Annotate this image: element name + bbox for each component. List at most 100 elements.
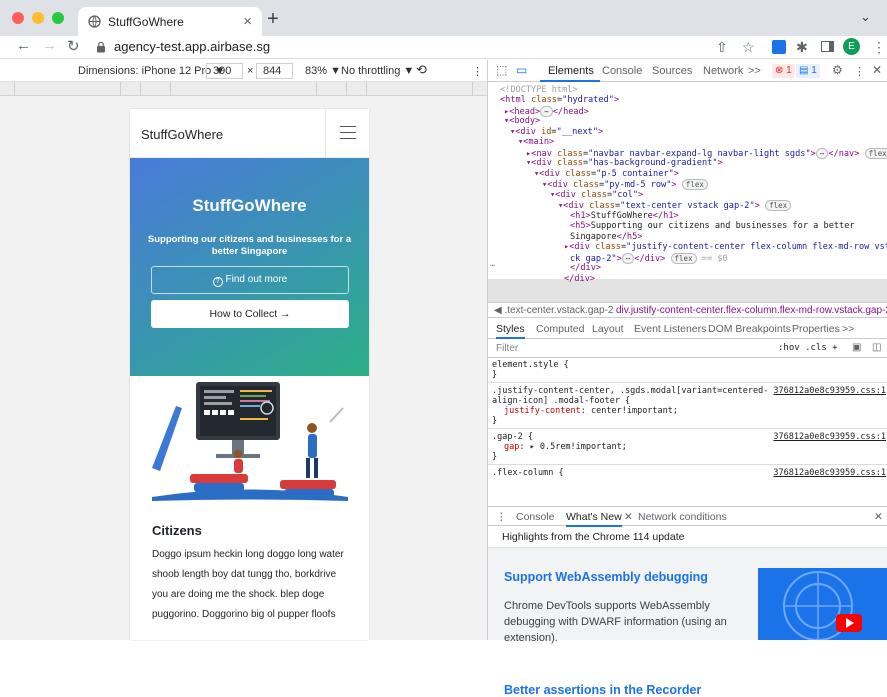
url-text[interactable]: agency-test.app.airbase.sg bbox=[114, 39, 270, 54]
sidebar-toggle-icon[interactable]: ◫ bbox=[872, 342, 881, 353]
close-window-button[interactable] bbox=[12, 12, 24, 24]
error-count-badge[interactable]: ⊗ 1 bbox=[772, 64, 795, 78]
bookmark-star-icon[interactable]: ☆ bbox=[742, 39, 755, 56]
share-icon[interactable]: ⇧ bbox=[716, 39, 728, 56]
puzzle-extensions-icon[interactable]: ✱ bbox=[796, 39, 808, 56]
dom-close-div-2[interactable]: </div> bbox=[564, 274, 595, 284]
extension-icon[interactable] bbox=[772, 40, 786, 54]
breadcrumb-item[interactable]: ◀ .text-center.vstack.gap-2 bbox=[494, 305, 613, 316]
back-icon[interactable]: ← bbox=[16, 37, 31, 54]
device-height-input[interactable]: 844 bbox=[256, 63, 293, 79]
selected-dom-row-highlight bbox=[488, 279, 887, 303]
tab-properties[interactable]: Properties bbox=[792, 323, 840, 335]
tab-console[interactable]: Console bbox=[602, 65, 642, 77]
element-style-rule[interactable]: element.style { bbox=[492, 360, 569, 370]
more-tabs-button[interactable]: >> bbox=[748, 65, 761, 77]
close-whats-new-icon[interactable]: ✕ bbox=[624, 511, 633, 523]
more-subtabs-button[interactable]: >> bbox=[842, 323, 854, 335]
device-width-input[interactable]: 390 bbox=[206, 63, 243, 79]
flex-badge[interactable]: flex bbox=[765, 200, 792, 211]
whats-new-heading-1[interactable]: Support WebAssembly debugging bbox=[504, 570, 708, 584]
computed-style-toggle-icon[interactable]: ▣ bbox=[852, 342, 861, 353]
profile-avatar[interactable]: E bbox=[843, 38, 860, 55]
hamburger-menu-icon[interactable] bbox=[325, 109, 369, 158]
settings-gear-icon[interactable]: ⚙ bbox=[832, 63, 843, 77]
reload-icon[interactable]: ↻ bbox=[67, 37, 80, 55]
dom-ellipsis-icon[interactable]: ⋯ bbox=[490, 261, 495, 271]
rule3-source-link[interactable]: 376812a0e8c93959.css:1 bbox=[773, 468, 886, 478]
kebab-menu-icon[interactable]: ⋮ bbox=[872, 39, 886, 56]
drawer-menu-icon[interactable]: ⋮ bbox=[496, 511, 507, 523]
browser-tab[interactable]: StuffGoWhere × bbox=[78, 7, 262, 36]
close-tab-icon[interactable]: × bbox=[243, 13, 252, 30]
styles-filter-input[interactable]: Filter bbox=[496, 343, 518, 354]
rule2-source-link[interactable]: 376812a0e8c93959.css:1 bbox=[773, 432, 886, 442]
rule2-declaration[interactable]: gap: ▸ 0.5rem!important; bbox=[504, 442, 627, 452]
dom-h5-node[interactable]: <h5>Supporting our citizens and business… bbox=[570, 221, 855, 231]
tab-search-icon[interactable]: ⌄ bbox=[860, 9, 871, 25]
dom-main-node[interactable]: ▾<main> bbox=[518, 137, 554, 147]
flex-badge[interactable]: flex bbox=[681, 179, 708, 190]
html-class-value: hydrated bbox=[567, 95, 609, 105]
new-tab-button[interactable]: + bbox=[263, 8, 283, 31]
dom-doctype[interactable]: <!DOCTYPE html> bbox=[500, 85, 578, 95]
tab-layout[interactable]: Layout bbox=[592, 323, 624, 335]
close-devtools-icon[interactable]: ✕ bbox=[872, 63, 882, 77]
rotate-icon[interactable]: ⟲ bbox=[416, 62, 427, 78]
rule1-selector[interactable]: .justify-content-center, .sgds.modal[var… bbox=[492, 386, 768, 396]
whats-new-heading-2[interactable]: Better assertions in the Recorder bbox=[504, 683, 701, 697]
flex-badge[interactable]: flex bbox=[864, 148, 887, 159]
style-tools[interactable]: :hov .cls + bbox=[778, 343, 838, 353]
device-more-icon[interactable]: ⋮ bbox=[472, 65, 483, 78]
throttling-select[interactable]: No throttling ▼ bbox=[341, 65, 414, 77]
dom-col-node[interactable]: ▾<div class="col"> bbox=[550, 190, 643, 200]
drawer-tabbar: ⋮ Console What's New ✕ Network condition… bbox=[488, 506, 887, 527]
devtools-menu-icon[interactable]: ⋮ bbox=[854, 65, 865, 78]
minimize-window-button[interactable] bbox=[32, 12, 44, 24]
drawer-tab-network-conditions[interactable]: Network conditions bbox=[638, 511, 727, 523]
dom-vstack-node[interactable]: ▾<div class="text-center vstack gap-2"> … bbox=[558, 200, 792, 211]
tab-dom-breakpoints[interactable]: DOM Breakpoints bbox=[708, 323, 791, 335]
hero-title: StuffGoWhere bbox=[192, 196, 307, 215]
breadcrumb-item-current[interactable]: div.justify-content-center.flex-column.f… bbox=[616, 305, 887, 316]
close-drawer-icon[interactable]: ✕ bbox=[874, 511, 883, 523]
rule2-selector[interactable]: .gap-2 { bbox=[492, 432, 533, 442]
rule3-selector[interactable]: .flex-column { bbox=[492, 468, 564, 478]
tab-network[interactable]: Network bbox=[703, 65, 743, 77]
dom-html-node[interactable]: <html class="hydrated"> bbox=[500, 95, 619, 105]
how-to-collect-button[interactable]: How to Collect → bbox=[151, 300, 349, 328]
rule1-declaration[interactable]: justify-content: center!important; bbox=[504, 406, 678, 416]
rule1-source-link[interactable]: 376812a0e8c93959.css:1 bbox=[773, 386, 886, 396]
dom-h5-node-cont[interactable]: Singapore</h5> bbox=[570, 232, 642, 242]
tab-sources[interactable]: Sources bbox=[652, 65, 692, 77]
find-out-more-button[interactable]: ? Find out more bbox=[151, 266, 349, 294]
zoom-select[interactable]: 83% ▼ bbox=[305, 65, 341, 77]
drawer-tab-console[interactable]: Console bbox=[516, 511, 555, 523]
dom-bg-node[interactable]: ▾<div class="has-background-gradient"> bbox=[526, 158, 723, 168]
dom-row-node[interactable]: ▾<div class="py-md-5 row"> flex bbox=[542, 179, 708, 190]
lock-icon[interactable] bbox=[96, 41, 106, 53]
message-count-badge[interactable]: ▤ 1 bbox=[796, 64, 820, 78]
whats-new-video-thumbnail[interactable] bbox=[758, 568, 887, 640]
device-dimensions-select[interactable]: Dimensions: iPhone 12 Pro ▼ bbox=[78, 65, 225, 77]
tab-event-listeners[interactable]: Event Listeners bbox=[634, 323, 706, 335]
tab-elements[interactable]: Elements bbox=[548, 65, 594, 77]
dom-body-node[interactable]: ▾<body> bbox=[504, 116, 540, 126]
dom-close-div-1[interactable]: </div> bbox=[570, 263, 601, 273]
rule2-value: ▸ 0.5rem!important; bbox=[529, 442, 627, 452]
side-panel-icon[interactable] bbox=[821, 41, 834, 52]
forward-icon[interactable]: → bbox=[42, 37, 57, 54]
tab-styles[interactable]: Styles bbox=[496, 323, 525, 339]
dom-next-node[interactable]: ▾<div id="__next"> bbox=[510, 127, 603, 137]
site-brand-link[interactable]: StuffGoWhere bbox=[141, 127, 223, 142]
device-toggle-icon[interactable]: ▭ bbox=[516, 63, 527, 77]
flex-badge[interactable]: flex bbox=[670, 253, 697, 264]
media-query-ruler[interactable] bbox=[0, 82, 487, 96]
tab-computed[interactable]: Computed bbox=[536, 323, 584, 335]
dom-h1-node[interactable]: <h1>StuffGoWhere</h1> bbox=[570, 211, 679, 221]
drawer-tab-whats-new[interactable]: What's New bbox=[566, 511, 622, 527]
dom-container-node[interactable]: ▾<div class="p-5 container"> bbox=[534, 169, 679, 179]
inspect-element-icon[interactable]: ⬚ bbox=[496, 63, 507, 77]
dom-selected-node[interactable]: ▸<div class="justify-content-center flex… bbox=[564, 242, 887, 252]
maximize-window-button[interactable] bbox=[52, 12, 64, 24]
